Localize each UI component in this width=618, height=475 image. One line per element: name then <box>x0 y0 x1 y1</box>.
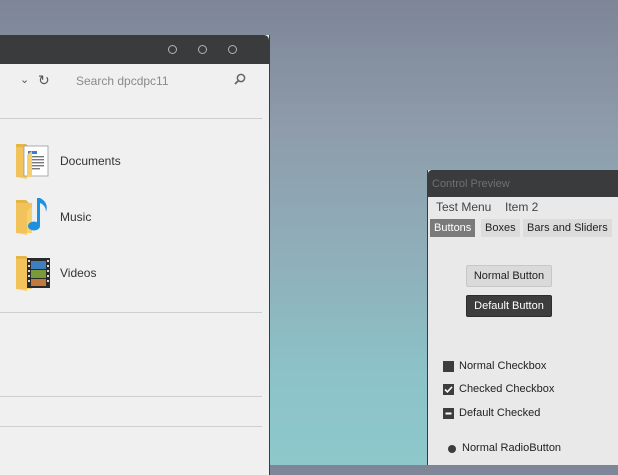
default-button[interactable]: Default Button <box>466 295 552 317</box>
normal-button[interactable]: Normal Button <box>466 265 552 287</box>
window-control-minimize[interactable] <box>168 45 177 54</box>
checkbox-label: Normal Checkbox <box>459 360 547 372</box>
checkbox-label: Default Checked <box>459 407 541 419</box>
chevron-down-icon[interactable]: ⌄ <box>20 73 29 86</box>
menu-item-2[interactable]: Item 2 <box>505 200 538 214</box>
tab-boxes[interactable]: Boxes <box>481 219 520 237</box>
explorer-window: ⌄ ↻ Documents <box>0 35 270 475</box>
search-input[interactable] <box>68 72 236 90</box>
checkbox-checked-icon[interactable] <box>443 384 454 395</box>
divider <box>0 312 262 313</box>
explorer-titlebar[interactable] <box>0 35 269 64</box>
divider <box>0 426 262 427</box>
refresh-icon[interactable]: ↻ <box>38 72 50 89</box>
list-item-music[interactable]: Music <box>14 194 254 240</box>
search-icon[interactable] <box>234 73 246 85</box>
checkbox-indeterminate-icon[interactable] <box>443 408 454 419</box>
folder-videos-icon <box>16 256 50 291</box>
folder-label: Documents <box>60 154 121 168</box>
preview-titlebar[interactable]: Control Preview <box>428 170 618 197</box>
radio-icon[interactable] <box>448 445 456 453</box>
list-item-documents[interactable]: Documents <box>14 138 254 184</box>
divider <box>0 118 262 119</box>
tab-bars-and-sliders[interactable]: Bars and Sliders <box>523 219 612 237</box>
navigation-bar: ⌄ ↻ <box>0 64 269 98</box>
control-preview-window: Control Preview Test Menu Item 2 Buttons… <box>427 170 618 465</box>
checkbox-unchecked-icon[interactable] <box>443 361 454 372</box>
tab-buttons[interactable]: Buttons <box>430 219 476 237</box>
folder-documents-icon <box>16 144 49 179</box>
list-item-videos[interactable]: Videos <box>14 250 254 296</box>
radio-label: Normal RadioButton <box>462 442 562 454</box>
divider <box>0 396 262 397</box>
folder-label: Music <box>60 210 92 224</box>
menu-test-menu[interactable]: Test Menu <box>436 200 491 214</box>
menu-bar: Test Menu Item 2 <box>428 197 618 217</box>
window-control-close[interactable] <box>228 45 237 54</box>
folder-label: Videos <box>60 266 97 280</box>
folder-music-icon <box>16 198 47 235</box>
window-control-maximize[interactable] <box>198 45 207 54</box>
window-title: Control Preview <box>432 178 510 190</box>
checkbox-label: Checked Checkbox <box>459 383 555 395</box>
